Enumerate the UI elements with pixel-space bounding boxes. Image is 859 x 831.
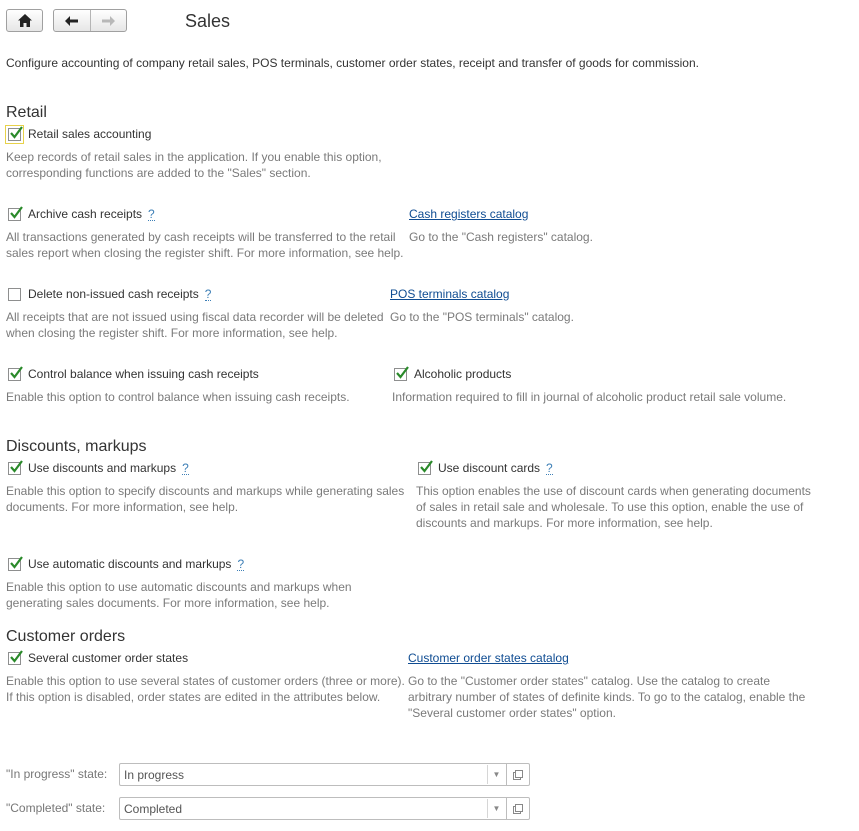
delete-non-issued-checkbox-row[interactable]: Delete non-issued cash receipts ? — [8, 287, 212, 301]
use-discounts-help-icon[interactable]: ? — [182, 462, 189, 475]
control-balance-description: Enable this option to control balance wh… — [6, 390, 350, 404]
completed-state-label: "Completed" state: — [6, 801, 106, 815]
alcoholic-products-description: Information required to fill in journal … — [392, 390, 787, 404]
open-icon[interactable] — [506, 798, 529, 819]
pos-terminals-catalog-link[interactable]: POS terminals catalog — [390, 287, 509, 301]
retail-sales-checkbox[interactable] — [5, 124, 24, 144]
navigation-buttons — [53, 9, 127, 32]
automatic-discounts-description: Enable this option to use automatic disc… — [6, 580, 352, 610]
discount-cards-description: This option enables the use of discount … — [416, 484, 811, 530]
archive-receipts-checkbox[interactable] — [8, 205, 23, 221]
several-states-checkbox-row[interactable]: Several customer order states — [8, 649, 189, 665]
page-title: Sales — [185, 11, 231, 31]
automatic-discounts-help-icon[interactable]: ? — [237, 558, 245, 571]
open-icon[interactable] — [506, 764, 529, 785]
in-progress-state-value: In progress — [124, 767, 185, 782]
archive-receipts-label: Archive cash receipts — [28, 207, 143, 221]
forward-button[interactable] — [91, 10, 127, 31]
checkmark-icon — [10, 459, 23, 473]
use-discounts-checkbox[interactable] — [8, 459, 23, 475]
section-orders-heading: Customer orders — [6, 628, 126, 645]
checkmark-icon — [10, 125, 23, 139]
archive-receipts-description: All transactions generated by cash recei… — [6, 230, 404, 260]
use-discounts-checkbox-row[interactable]: Use discounts and markups ? — [8, 459, 189, 475]
discount-cards-checkbox[interactable] — [418, 459, 433, 475]
customer-order-states-description: Go to the "Customer order states" catalo… — [408, 674, 806, 720]
control-balance-checkbox-row[interactable]: Control balance when issuing cash receip… — [8, 365, 259, 381]
home-button[interactable] — [6, 9, 43, 32]
discount-cards-help-icon[interactable]: ? — [546, 462, 553, 475]
several-states-description: Enable this option to use several states… — [6, 674, 405, 704]
section-retail-heading: Retail — [6, 104, 47, 121]
discount-cards-checkbox-row[interactable]: Use discount cards ? — [418, 459, 553, 475]
page-description: Configure accounting of company retail s… — [6, 56, 699, 70]
back-button[interactable] — [54, 10, 91, 31]
open-form-icon — [513, 769, 523, 780]
cash-registers-description: Go to the "Cash registers" catalog. — [409, 230, 593, 244]
automatic-discounts-checkbox-row[interactable]: Use automatic discounts and markups ? — [8, 555, 245, 571]
arrow-right-icon — [101, 15, 115, 26]
home-icon — [17, 14, 32, 27]
several-states-checkbox[interactable] — [8, 649, 23, 665]
checkmark-icon — [10, 649, 23, 663]
retail-sales-checkbox-row[interactable]: Retail sales accounting — [5, 124, 152, 144]
completed-state-value: Completed — [124, 801, 183, 816]
dropdown-arrow-icon[interactable]: ▼ — [487, 765, 505, 784]
checkmark-icon — [10, 555, 23, 569]
customer-order-states-catalog-link[interactable]: Customer order states catalog — [408, 651, 569, 665]
automatic-discounts-label: Use automatic discounts and markups — [28, 557, 232, 571]
delete-non-issued-label: Delete non-issued cash receipts — [28, 287, 199, 301]
delete-non-issued-checkbox[interactable] — [8, 287, 21, 301]
in-progress-state-label: "In progress" state: — [6, 767, 108, 781]
alcoholic-products-checkbox[interactable] — [394, 365, 409, 381]
retail-sales-description: Keep records of retail sales in the appl… — [6, 150, 382, 180]
checkmark-icon — [396, 365, 409, 379]
checkmark-icon — [10, 365, 23, 379]
use-discounts-label: Use discounts and markups — [28, 461, 177, 475]
section-discounts-heading: Discounts, markups — [6, 438, 147, 455]
automatic-discounts-checkbox[interactable] — [8, 555, 23, 571]
pos-terminals-description: Go to the "POS terminals" catalog. — [390, 310, 574, 324]
delete-non-issued-description: All receipts that are not issued using f… — [6, 310, 384, 340]
alcoholic-products-label: Alcoholic products — [414, 367, 512, 381]
arrow-left-icon — [65, 15, 79, 26]
retail-sales-label: Retail sales accounting — [28, 127, 152, 141]
archive-receipts-checkbox-row[interactable]: Archive cash receipts ? — [8, 205, 155, 221]
discount-cards-label: Use discount cards — [438, 461, 541, 475]
control-balance-checkbox[interactable] — [8, 365, 23, 381]
delete-non-issued-help-icon[interactable]: ? — [204, 288, 212, 301]
dropdown-arrow-icon[interactable]: ▼ — [487, 799, 505, 818]
use-discounts-description: Enable this option to specify discounts … — [6, 484, 405, 514]
cash-registers-catalog-link[interactable]: Cash registers catalog — [409, 207, 528, 221]
in-progress-state-field[interactable]: In progress ▼ — [119, 763, 530, 786]
open-form-icon — [513, 803, 523, 814]
checkmark-icon — [10, 205, 23, 219]
archive-receipts-help-icon[interactable]: ? — [148, 208, 155, 221]
completed-state-field[interactable]: Completed ▼ — [119, 797, 530, 820]
alcoholic-products-checkbox-row[interactable]: Alcoholic products — [394, 365, 512, 381]
control-balance-label: Control balance when issuing cash receip… — [28, 367, 259, 381]
several-states-label: Several customer order states — [28, 651, 189, 665]
checkmark-icon — [420, 459, 433, 473]
